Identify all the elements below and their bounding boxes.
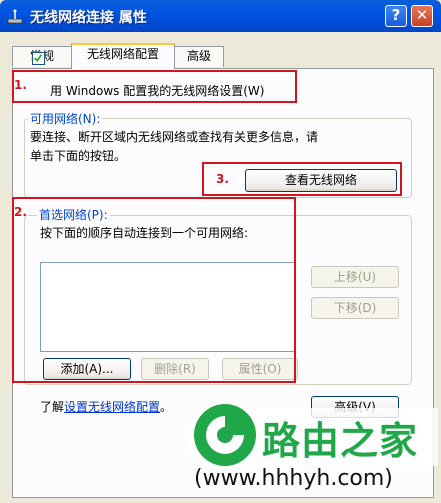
window-title: 无线网络连接 属性 <box>30 10 147 26</box>
checkmark-icon <box>34 54 43 62</box>
title-bar: 无线网络连接 属性 ? ✕ <box>0 0 441 32</box>
preferred-networks-title: 首选网络(P): <box>37 206 110 223</box>
available-desc-line2: 单击下面的按钮。 <box>30 149 127 163</box>
move-down-button[interactable]: 下移(D) <box>311 297 399 319</box>
tab-wireless-config[interactable]: 无线网络配置 <box>71 43 175 69</box>
remove-button[interactable]: 删除(R) <box>141 358 209 380</box>
network-antenna-icon <box>7 9 23 24</box>
move-up-button[interactable]: 上移(U) <box>311 266 399 288</box>
watermark-brand: 路由之家 <box>262 419 419 463</box>
tab-advanced[interactable]: 高级 <box>174 46 224 67</box>
use-windows-checkbox[interactable] <box>32 52 45 65</box>
learn-prefix: 了解 <box>40 400 65 414</box>
use-windows-label[interactable]: 用 Windows 配置我的无线网络设置(W) <box>50 82 264 99</box>
preferred-desc: 按下面的顺序自动连接到一个可用网络: <box>40 226 249 240</box>
close-button[interactable]: ✕ <box>411 5 433 27</box>
view-wireless-networks-button[interactable]: 查看无线网络 <box>245 169 397 192</box>
help-button[interactable]: ? <box>385 5 407 27</box>
available-networks-title: 可用网络(N): <box>28 110 103 127</box>
properties-button[interactable]: 属性(O) <box>222 358 298 380</box>
watermark-logo-icon <box>194 404 256 466</box>
watermark-url: (www.hhhyh.com) <box>194 466 393 491</box>
learn-more-text: 了解设置无线网络配置。 <box>40 398 172 415</box>
marker-3: 3. <box>216 172 229 186</box>
add-button[interactable]: 添加(A)... <box>43 358 131 380</box>
available-desc-line1: 要连接、断开区域内无线网络或查找有关更多信息，请 <box>30 130 319 144</box>
marker-2: 2. <box>14 205 27 219</box>
marker-1: 1. <box>14 78 27 92</box>
preferred-networks-list[interactable] <box>40 262 296 352</box>
learn-suffix: 。 <box>160 400 173 414</box>
learn-more-link[interactable]: 设置无线网络配置 <box>64 400 160 414</box>
